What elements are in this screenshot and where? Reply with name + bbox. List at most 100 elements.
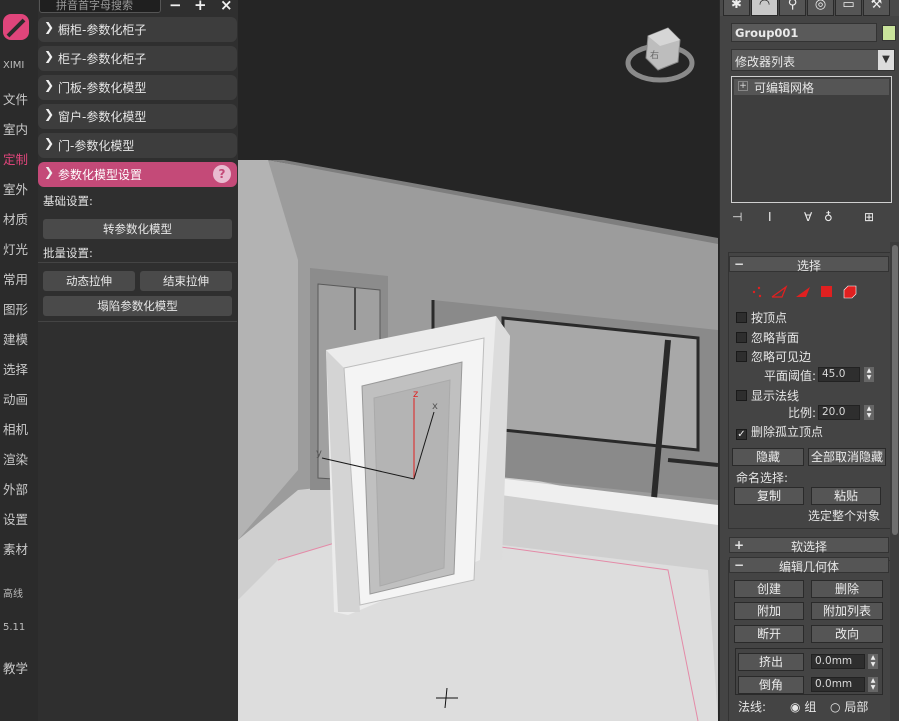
checkbox-box[interactable]: [736, 332, 747, 343]
stack-item-label: 可编辑网格: [754, 81, 815, 95]
normal-local-radio[interactable]: ○ 局部: [830, 698, 868, 715]
chevron-right-icon: ❯: [44, 78, 55, 92]
show-end-result-icon[interactable]: Ι: [768, 210, 772, 224]
checkbox-box[interactable]: [736, 390, 747, 401]
rail-item-external[interactable]: 外部: [0, 479, 38, 498]
category-label: 门-参数化模型: [58, 139, 135, 153]
rail-item-highline[interactable]: 高线: [0, 585, 38, 600]
add-button[interactable]: +: [194, 0, 207, 14]
planar-threshold-input[interactable]: 45.0: [818, 367, 860, 382]
rail-item-modeling[interactable]: 建模: [0, 329, 38, 348]
checkbox-box[interactable]: ✓: [736, 429, 747, 440]
minimize-button[interactable]: −: [169, 0, 182, 14]
modify-tab-icon[interactable]: ◠: [751, 0, 778, 16]
radio-selected-icon[interactable]: ◉: [790, 700, 800, 714]
create-tab-icon[interactable]: ✱: [723, 0, 750, 16]
rail-item-material[interactable]: 材质: [0, 209, 38, 228]
copy-button[interactable]: 复制: [734, 487, 804, 505]
paste-button[interactable]: 粘贴: [811, 487, 881, 505]
edit-geometry-rollout-header[interactable]: − 编辑几何体: [729, 557, 889, 574]
category-label: 窗户-参数化模型: [58, 110, 147, 124]
extrude-button[interactable]: 挤出: [738, 653, 804, 671]
create-button[interactable]: 创建: [734, 580, 804, 598]
rail-item-light[interactable]: 灯光: [0, 239, 38, 258]
ignore-backface-checkbox[interactable]: 忽略背面: [736, 329, 799, 346]
planar-threshold-spinner[interactable]: ▲ ▼: [864, 367, 874, 382]
pin-stack-icon[interactable]: ⊣: [732, 210, 742, 224]
chamfer-spinner[interactable]: ▲ ▼: [868, 677, 878, 692]
delete-button[interactable]: 删除: [811, 580, 883, 598]
scale-spinner[interactable]: ▲ ▼: [864, 405, 874, 420]
rail-item-tutorial[interactable]: 教学: [0, 658, 38, 677]
attach-button[interactable]: 附加: [734, 602, 804, 620]
search-input[interactable]: 拼音首字母搜索: [39, 0, 161, 13]
rail-item-custom[interactable]: 定制: [0, 149, 38, 168]
remove-modifier-icon[interactable]: ♁: [824, 210, 833, 224]
rail-item-camera[interactable]: 相机: [0, 419, 38, 438]
ximi-logo-icon: [3, 14, 29, 40]
category-wardrobe[interactable]: ❯ 柜子-参数化柜子: [38, 46, 237, 71]
rail-item-animation[interactable]: 动画: [0, 389, 38, 408]
break-button[interactable]: 断开: [734, 625, 804, 643]
extrude-amount-input[interactable]: 0.0mm: [811, 654, 865, 669]
version-label: 5.11: [3, 622, 26, 633]
checkbox-box[interactable]: [736, 351, 747, 362]
category-cabinet[interactable]: ❯ 橱柜-参数化柜子: [38, 17, 237, 42]
rail-item-render[interactable]: 渲染: [0, 449, 38, 468]
attach-list-button[interactable]: 附加列表: [811, 602, 883, 620]
soft-selection-rollout-header[interactable]: + 软选择: [729, 537, 889, 554]
checkbox-box[interactable]: [736, 312, 747, 323]
category-window[interactable]: ❯ 窗户-参数化模型: [38, 104, 237, 129]
rail-item-interior[interactable]: 室内: [0, 119, 38, 138]
delete-isolated-checkbox[interactable]: ✓ 删除孤立顶点: [736, 423, 823, 440]
chevron-right-icon: ❯: [44, 107, 55, 121]
rail-item-exterior[interactable]: 室外: [0, 179, 38, 198]
object-color-swatch[interactable]: [882, 25, 896, 41]
rail-item-common[interactable]: 常用: [0, 269, 38, 288]
display-tab-icon[interactable]: ▭: [835, 0, 862, 16]
motion-tab-icon[interactable]: ◎: [807, 0, 834, 16]
scrollbar-thumb[interactable]: [892, 245, 898, 535]
collapse-parametric-button[interactable]: 塌陷参数化模型: [43, 296, 232, 316]
rail-item-file[interactable]: 文件: [0, 89, 38, 108]
normal-group-radio[interactable]: ◉ 组: [790, 698, 816, 715]
ignore-visible-edges-checkbox[interactable]: 忽略可见边: [736, 348, 811, 365]
radio-icon[interactable]: ○: [830, 700, 840, 714]
object-name-field[interactable]: Group001: [731, 23, 877, 42]
end-stretch-button[interactable]: 结束拉伸: [140, 271, 232, 291]
3d-viewport[interactable]: z x y 右: [238, 0, 719, 721]
rail-item-select[interactable]: 选择: [0, 359, 38, 378]
help-icon[interactable]: ?: [213, 165, 231, 183]
show-normals-checkbox[interactable]: 显示法线: [736, 387, 799, 404]
hide-button[interactable]: 隐藏: [732, 448, 804, 466]
turn-button[interactable]: 改向: [811, 625, 883, 643]
subobject-level-icons[interactable]: [748, 283, 868, 301]
planar-threshold-label: 平面阈值:: [764, 369, 817, 383]
by-vertex-checkbox[interactable]: 按顶点: [736, 309, 787, 326]
chamfer-button[interactable]: 倒角: [738, 676, 804, 694]
configure-sets-icon[interactable]: ⊞: [864, 210, 874, 224]
make-unique-icon[interactable]: ∀: [804, 210, 812, 224]
close-button[interactable]: ×: [220, 0, 233, 14]
convert-parametric-button[interactable]: 转参数化模型: [43, 219, 232, 239]
category-door-panel[interactable]: ❯ 门板-参数化模型: [38, 75, 237, 100]
command-tabs: ✱ ◠ ⚲ ◎ ▭ ⚒: [720, 0, 899, 16]
dynamic-stretch-button[interactable]: 动态拉伸: [43, 271, 135, 291]
stack-item-editable-mesh[interactable]: + 可编辑网格: [734, 79, 889, 95]
extrude-spinner[interactable]: ▲ ▼: [868, 654, 878, 669]
modifier-list-dropdown[interactable]: 修改器列表 ▼: [731, 49, 895, 71]
selection-rollout-header[interactable]: − 选择: [729, 256, 889, 273]
category-door[interactable]: ❯ 门-参数化模型: [38, 133, 237, 158]
viewcube-face-label[interactable]: 右: [650, 48, 659, 61]
rail-item-shape[interactable]: 图形: [0, 299, 38, 318]
chamfer-amount-input[interactable]: 0.0mm: [811, 677, 865, 692]
command-panel: ✱ ◠ ⚲ ◎ ▭ ⚒ Group001 修改器列表 ▼ + 可编辑网格 ⊣ Ι…: [719, 0, 899, 721]
unhide-all-button[interactable]: 全部取消隐藏: [808, 448, 886, 466]
rail-item-settings[interactable]: 设置: [0, 509, 38, 528]
utilities-tab-icon[interactable]: ⚒: [863, 0, 890, 16]
category-parametric-settings[interactable]: ❯ 参数化模型设置 ?: [38, 162, 237, 187]
hierarchy-tab-icon[interactable]: ⚲: [779, 0, 806, 16]
expand-icon[interactable]: +: [738, 81, 748, 91]
scale-input[interactable]: 20.0: [818, 405, 860, 420]
rail-item-assets[interactable]: 素材: [0, 539, 38, 558]
